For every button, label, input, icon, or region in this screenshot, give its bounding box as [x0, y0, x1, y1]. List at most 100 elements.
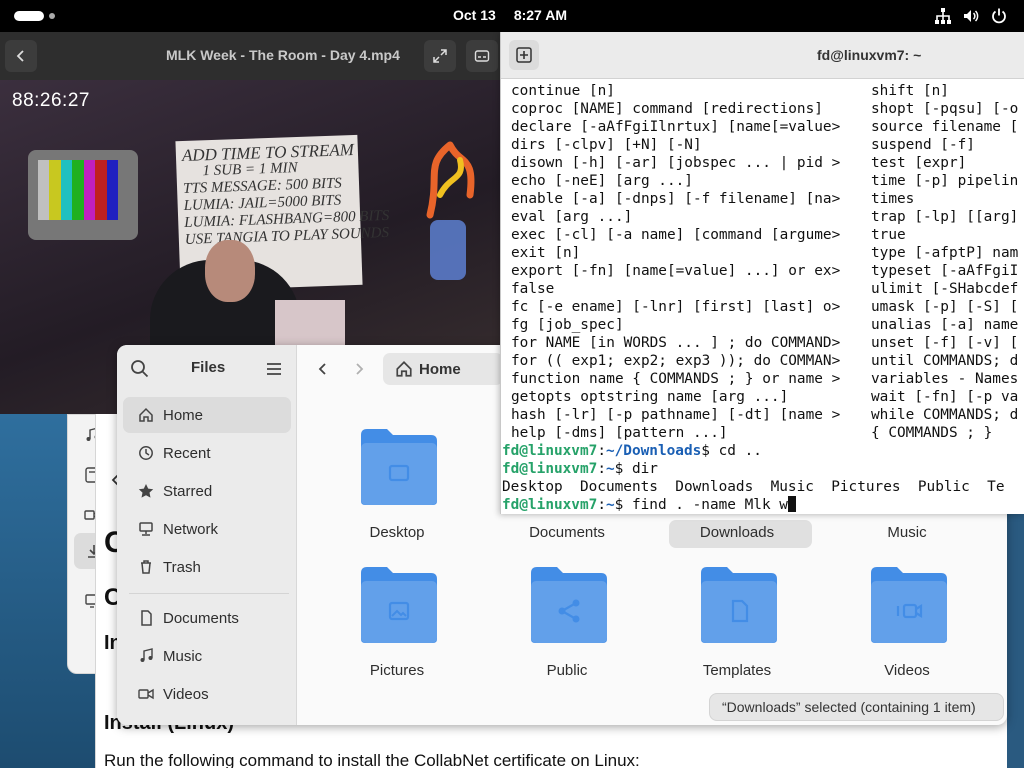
- prompt-line-find[interactable]: fd@linuxvm7:~$ find . -name Mlk w: [502, 496, 796, 514]
- help-line: hash [-lr] [-p pathname] [-dt] [name >: [511, 407, 841, 423]
- document-icon: [137, 609, 155, 627]
- folder-pictures[interactable]: Pictures: [322, 563, 472, 693]
- sidebar-item-label: Network: [163, 520, 219, 538]
- clock-date: Oct 13: [453, 7, 496, 23]
- balloon-icon: [426, 141, 475, 219]
- help-line: echo [-neE] [arg ...]: [511, 173, 693, 189]
- help-line: fc [-e ename] [-lnr] [first] [last] o>: [511, 299, 841, 315]
- help-line: declare [-aAfFgiIlnrtux] [name[=value>: [511, 119, 841, 135]
- help-line: getopts optstring name [arg ...]: [511, 389, 789, 405]
- subtitles-button[interactable]: [466, 40, 498, 72]
- help-line: eval [arg ...]: [511, 209, 633, 225]
- power-icon[interactable]: [989, 6, 1009, 26]
- path-bar[interactable]: Home: [383, 353, 503, 385]
- new-tab-button[interactable]: [509, 40, 539, 70]
- folder-icon: [361, 567, 437, 643]
- help-line: umask [-p] [-S] [: [871, 299, 1019, 315]
- folder-videos[interactable]: Videos: [832, 563, 982, 693]
- home-icon: [137, 406, 155, 424]
- folder-desktop[interactable]: Desktop: [322, 425, 472, 555]
- prompt-user: fd@linuxvm7: [502, 497, 598, 513]
- folder-label: Public: [546, 662, 588, 679]
- help-line: for (( exp1; exp2; exp3 )); do COMMAN>: [511, 353, 841, 369]
- help-line: type [-afptP] nam: [871, 245, 1019, 261]
- sidebar-item-network[interactable]: Network: [123, 511, 291, 547]
- hamburger-menu-icon[interactable]: [263, 358, 285, 380]
- folder-label: Music: [887, 524, 927, 541]
- folder-label: Videos: [884, 662, 930, 679]
- help-line: typeset [-aAfFgiI: [871, 263, 1019, 279]
- help-line: false: [511, 281, 555, 297]
- tv-image: [28, 150, 138, 240]
- sidebar-item-starred[interactable]: Starred: [123, 473, 291, 509]
- network-icon[interactable]: [933, 6, 953, 26]
- chevron-right-icon: [356, 363, 364, 375]
- sidebar-item-label: Home: [163, 406, 204, 424]
- video-header-bar: MLK Week - The Room - Day 4.mp4: [0, 32, 500, 80]
- search-icon[interactable]: [129, 358, 151, 380]
- sidebar-item-documents[interactable]: Documents: [123, 600, 291, 636]
- prompt-path: ~: [605, 497, 615, 513]
- prompt-command: $ cd ..: [701, 443, 762, 459]
- folder-label: Pictures: [369, 662, 425, 679]
- help-line: enable [-a] [-dnps] [-f filename] [na>: [511, 191, 841, 207]
- help-line: disown [-h] [-ar] [jobspec ... | pid >: [511, 155, 841, 171]
- chevron-left-icon: [318, 363, 326, 375]
- help-line: ulimit [-SHabcdef: [871, 281, 1019, 297]
- volume-icon[interactable]: [961, 6, 981, 26]
- help-line: unset [-f] [-v] [: [871, 335, 1019, 351]
- help-line: fg [job_spec]: [511, 317, 624, 333]
- back-button[interactable]: [309, 355, 337, 383]
- clock-icon: [137, 444, 155, 462]
- help-line: { COMMANDS ; }: [871, 425, 993, 441]
- dir-output: Desktop Documents Downloads Music Pictur…: [502, 479, 1005, 495]
- activities-indicator[interactable]: [14, 11, 44, 21]
- help-line: help [-dms] [pattern ...]: [511, 425, 728, 441]
- help-line: times: [871, 191, 915, 207]
- forward-button[interactable]: [345, 355, 373, 383]
- selection-status-bar: “Downloads” selected (containing 1 item): [709, 693, 1004, 721]
- terminal-title: fd@linuxvm7: ~: [817, 47, 922, 63]
- sidebar-item-trash[interactable]: Trash: [123, 549, 291, 585]
- sign-line: ADD TIME TO STREAM: [181, 140, 355, 165]
- fullscreen-button[interactable]: [424, 40, 456, 72]
- help-line: export [-fn] [name[=value] ...] or ex>: [511, 263, 841, 279]
- prompt-path: ~/Downloads: [605, 443, 702, 459]
- folder-label: Desktop: [369, 524, 425, 541]
- files-sidebar-header: Files: [117, 345, 297, 391]
- prompt-separator: :: [597, 443, 606, 459]
- clock[interactable]: Oct 13 8:27 AM: [453, 7, 567, 23]
- chevron-left-icon: [16, 50, 24, 62]
- terminal-output[interactable]: continue [n] coproc [NAME] command [redir…: [501, 80, 1024, 514]
- terminal-window[interactable]: fd@linuxvm7: ~ continue [n] coproc [NAME]…: [500, 32, 1024, 514]
- folder-icon: [701, 567, 777, 643]
- help-line: for NAME [in WORDS ... ] ; do COMMAND>: [511, 335, 841, 351]
- sidebar-item-label: Documents: [163, 609, 239, 627]
- playback-timestamp: 88:26:27: [12, 90, 90, 111]
- help-line: function name { COMMANDS ; } or name >: [511, 371, 841, 387]
- sidebar-item-music[interactable]: Music: [123, 638, 291, 674]
- star-icon: [137, 482, 155, 500]
- sidebar-item-home[interactable]: Home: [123, 397, 291, 433]
- help-line: exit [n]: [511, 245, 581, 261]
- folder-templates[interactable]: Templates: [662, 563, 812, 693]
- help-line: shift [n]: [871, 83, 949, 99]
- back-button[interactable]: [5, 40, 37, 72]
- help-line: wait [-fn] [-p va: [871, 389, 1019, 405]
- prompt-path: ~: [605, 461, 615, 477]
- run-command-text: Run the following command to install the…: [104, 751, 640, 768]
- fullscreen-icon: [433, 49, 447, 63]
- help-line: unalias [-a] name: [871, 317, 1019, 333]
- sidebar-item-videos[interactable]: Videos: [123, 676, 291, 712]
- folder-icon: [531, 567, 607, 643]
- workspace-dot[interactable]: [49, 13, 55, 19]
- folder-public[interactable]: Public: [492, 563, 642, 693]
- sidebar-item-label: Music: [163, 647, 203, 665]
- video-icon: [137, 685, 155, 703]
- sidebar-item-recent[interactable]: Recent: [123, 435, 291, 471]
- help-line: time [-p] pipelin: [871, 173, 1019, 189]
- home-icon: [396, 361, 412, 377]
- water-bottle-image: [430, 220, 466, 280]
- help-line: variables - Names: [871, 371, 1019, 387]
- face-image: [205, 240, 255, 302]
